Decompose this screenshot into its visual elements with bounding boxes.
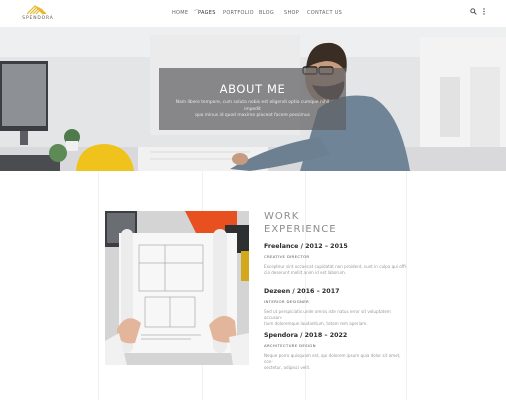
active-indicator-icon: ⌒ xyxy=(194,10,201,17)
search-icon[interactable] xyxy=(470,8,477,15)
job-description-line-2: cia deserunt mollit anim id est laborum. xyxy=(264,270,346,275)
blueprint-photo xyxy=(105,211,249,365)
job-role: INTERIOR DESIGNER xyxy=(264,299,310,304)
job-description: Sed ut perspiciatis unde omnis iste natu… xyxy=(264,309,408,327)
job-description-line-1: Excepteur sint occaecat cupidatat non pr… xyxy=(264,264,408,269)
job-title: Spendora / 2018 – 2022 xyxy=(264,332,348,339)
nav-pages-label: PAGES xyxy=(198,10,216,16)
hero-caption-box: ABOUT ME Nam libero tempore, cum soluta … xyxy=(159,68,346,130)
nav-pages[interactable]: ⌒ PAGES xyxy=(194,10,216,17)
job-description-line-2: sectetur, adipisci velit. xyxy=(264,365,311,370)
hero-subtitle-line-1: Nam libero tempore, cum soluta nobis est… xyxy=(175,100,330,112)
job-role: ARCHITECTURE DESIGN xyxy=(264,343,316,348)
site-header: SPENDORA HOME ⌒ PAGES PORTFOLIO BLOG SHO… xyxy=(0,0,506,27)
grid-line xyxy=(98,171,99,400)
nav-home[interactable]: HOME xyxy=(172,10,188,16)
hero-banner: ABOUT ME Nam libero tempore, cum soluta … xyxy=(0,27,506,171)
blueprint-image xyxy=(105,211,249,365)
job-role: CREATIVE DIRECTOR xyxy=(264,254,310,259)
job-description-line-1: Neque porro quisquam est, qui dolorem ip… xyxy=(264,353,401,364)
hero-subtitle: Nam libero tempore, cum soluta nobis est… xyxy=(171,100,334,120)
nav-portfolio[interactable]: PORTFOLIO xyxy=(223,10,254,16)
job-description-line-1: Sed ut perspiciatis unde omnis iste natu… xyxy=(264,309,391,320)
hero-subtitle-line-2: quo minus id quod maxime placeat facere … xyxy=(195,113,310,119)
section-title-line-1: WORK xyxy=(264,211,300,222)
job-title: Dezeen / 2016 – 2017 xyxy=(264,288,340,295)
nav-contact-us[interactable]: CONTACT US xyxy=(307,10,342,16)
job-description-line-2: tium doloremque laudantium, totam rem ap… xyxy=(264,321,368,326)
job-title: Freelance / 2012 – 2015 xyxy=(264,243,348,250)
page-title: ABOUT ME xyxy=(219,82,286,96)
section-title-line-2: EXPERIENCE xyxy=(264,224,337,235)
job-description: Excepteur sint occaecat cupidatat non pr… xyxy=(264,264,408,276)
nav-blog[interactable]: BLOG xyxy=(259,10,274,16)
nav-shop[interactable]: SHOP xyxy=(284,10,299,16)
job-description: Neque porro quisquam est, qui dolorem ip… xyxy=(264,353,408,371)
main-nav: HOME ⌒ PAGES PORTFOLIO BLOG SHOP CONTACT… xyxy=(0,10,506,18)
more-vertical-icon[interactable] xyxy=(482,8,486,15)
section-title: WORK EXPERIENCE xyxy=(264,210,404,236)
